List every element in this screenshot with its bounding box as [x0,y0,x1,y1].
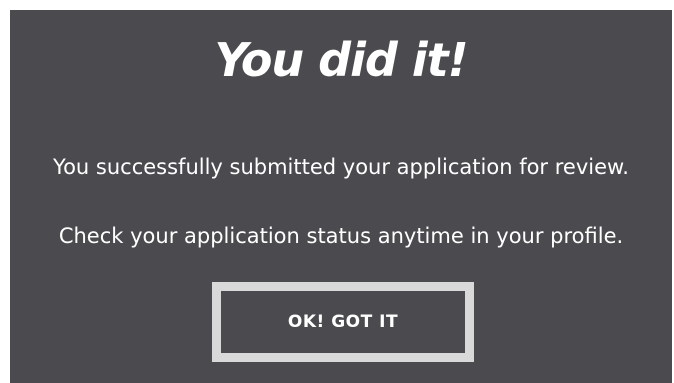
submission-message: You successfully submitted your applicat… [53,155,629,179]
ok-got-it-button[interactable]: OK! GOT IT [212,282,474,362]
dialog-title: You did it! [214,33,468,87]
status-hint-message: Check your application status anytime in… [58,224,624,248]
success-dialog: You did it! You successfully submitted y… [10,10,672,383]
